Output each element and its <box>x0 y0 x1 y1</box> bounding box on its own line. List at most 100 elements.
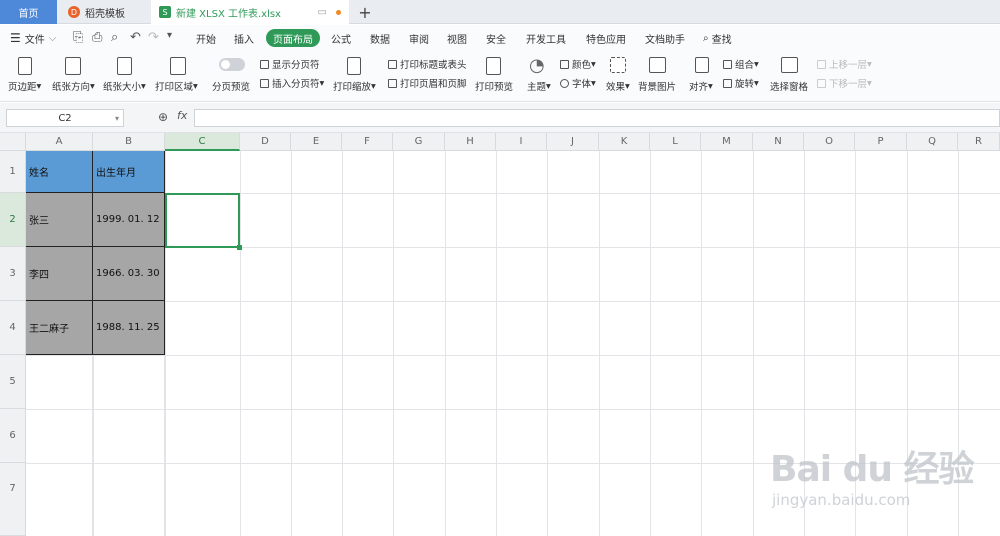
column-divider <box>599 151 600 536</box>
show-page-breaks-checkbox[interactable]: 显示分页符 <box>260 57 320 71</box>
cell-a1[interactable]: 姓名 <box>26 151 93 193</box>
align-icon <box>695 57 709 73</box>
formula-input[interactable] <box>194 109 1000 127</box>
tab-review[interactable]: 审阅 <box>409 29 429 47</box>
column-header-m[interactable]: M <box>701 133 753 151</box>
column-header-b[interactable]: B <box>93 133 165 151</box>
column-divider <box>547 151 548 536</box>
save-icon[interactable]: ⎘ <box>73 30 83 45</box>
column-divider <box>753 151 754 536</box>
cell-b4[interactable]: 1988. 11. 25 <box>93 301 165 355</box>
row-header-3[interactable]: 3 <box>0 247 26 301</box>
column-header-q[interactable]: Q <box>907 133 958 151</box>
column-header-i[interactable]: I <box>496 133 547 151</box>
ribbon: 页边距 ▾ 纸张方向 ▾ 纸张大小 ▾ 打印区域 ▾ 分页预览 显示分页符 插入分页符 ▾… <box>0 51 1000 102</box>
column-header-r[interactable]: R <box>958 133 1000 151</box>
insert-page-break-button[interactable]: 插入分页符 ▾ <box>260 76 324 90</box>
theme-palette-icon: ◔ <box>529 55 545 76</box>
cell-a2[interactable]: 张三 <box>26 193 93 247</box>
print-scale-button[interactable]: 打印缩放 ▾ <box>333 79 376 94</box>
tab-developer[interactable]: 开发工具 <box>526 29 566 47</box>
row-header-6[interactable]: 6 <box>0 409 26 463</box>
row-header-7[interactable]: 7 <box>0 463 26 536</box>
redo-icon[interactable]: ↷ <box>148 30 159 45</box>
column-header-e[interactable]: E <box>291 133 342 151</box>
tab-home[interactable]: 首页 <box>0 0 57 24</box>
print-preview-button[interactable]: 打印预览 <box>475 79 513 93</box>
tab-workbook[interactable]: S 新建 XLSX 工作表.xlsx ▭ <box>151 0 349 24</box>
function-icon[interactable]: fx <box>177 109 187 122</box>
group-icon <box>723 59 732 69</box>
cell-a4[interactable]: 王二麻子 <box>26 301 93 355</box>
name-box[interactable]: C2 ▾ <box>6 109 124 127</box>
print-preview-icon[interactable]: ⌕ <box>111 30 118 45</box>
print-icon[interactable]: ⎙ <box>92 30 102 45</box>
bring-forward-button[interactable]: 上移一层 ▾ <box>817 57 872 71</box>
column-header-g[interactable]: G <box>393 133 445 151</box>
selection-pane-button[interactable]: 选择窗格 <box>770 79 808 93</box>
tab-formulas[interactable]: 公式 <box>331 29 351 47</box>
tab-data[interactable]: 数据 <box>370 29 390 47</box>
menu-bar: ☰ 文件 ⌵ ⎘ ⎙ ⌕ ↶ ↷ ▾ 开始 插入 页面布局 公式 数据 审阅 视图 … <box>0 25 1000 51</box>
print-area-button[interactable]: 打印区域 ▾ <box>155 79 198 94</box>
background-image-button[interactable]: 背景图片 <box>638 79 676 93</box>
page-break-preview-button[interactable]: 分页预览 <box>212 79 250 93</box>
column-header-f[interactable]: F <box>342 133 393 151</box>
effects-button[interactable]: 效果 ▾ <box>606 79 630 94</box>
column-header-o[interactable]: O <box>804 133 855 151</box>
row-divider <box>26 355 1000 356</box>
tab-insert[interactable]: 插入 <box>234 29 254 47</box>
active-cell-c2[interactable] <box>165 193 240 248</box>
file-menu[interactable]: ☰ 文件 ⌵ <box>10 29 56 47</box>
column-header-n[interactable]: N <box>753 133 804 151</box>
theme-button[interactable]: 主题 ▾ <box>527 79 551 94</box>
row-header-2[interactable]: 2 <box>0 193 26 247</box>
send-backward-button[interactable]: 下移一层 ▾ <box>817 76 872 90</box>
select-all-corner[interactable] <box>0 133 26 151</box>
fonts-button[interactable]: 字体 ▾ <box>560 76 596 90</box>
tab-start[interactable]: 开始 <box>196 29 216 47</box>
tab-doc-assistant[interactable]: 文档助手 <box>645 29 685 47</box>
tab-security[interactable]: 安全 <box>486 29 506 47</box>
rotate-button[interactable]: 旋转 ▾ <box>723 76 759 90</box>
group-button[interactable]: 组合 ▾ <box>723 57 759 71</box>
column-header-c[interactable]: C <box>165 133 240 151</box>
align-button[interactable]: 对齐 ▾ <box>689 79 713 94</box>
tab-templates[interactable]: D 稻壳模板 <box>58 0 150 24</box>
paper-size-button[interactable]: 纸张大小 ▾ <box>103 79 146 94</box>
search-box[interactable]: ⌕ 查找 <box>703 29 732 47</box>
column-header-p[interactable]: P <box>855 133 907 151</box>
row-header-1[interactable]: 1 <box>0 151 26 193</box>
new-tab-button[interactable]: + <box>353 0 377 24</box>
formula-bar: C2 ▾ ⊕ fx <box>0 103 1000 133</box>
tab-special[interactable]: 特色应用 <box>586 29 626 47</box>
column-header-d[interactable]: D <box>240 133 291 151</box>
column-header-j[interactable]: J <box>547 133 599 151</box>
cell-b2[interactable]: 1999. 01. 12 <box>93 193 165 247</box>
row-header-4[interactable]: 4 <box>0 301 26 355</box>
margins-button[interactable]: 页边距 ▾ <box>8 79 41 94</box>
paper-size-icon <box>117 57 132 75</box>
column-header-k[interactable]: K <box>599 133 650 151</box>
row-divider <box>26 301 1000 302</box>
tab-page-layout[interactable]: 页面布局 <box>266 29 320 47</box>
orientation-button[interactable]: 纸张方向 ▾ <box>52 79 95 94</box>
cell-a3[interactable]: 李四 <box>26 247 93 301</box>
window-icon[interactable]: ▭ <box>318 7 327 18</box>
undo-icon[interactable]: ↶ <box>130 30 141 45</box>
cell-b3[interactable]: 1966. 03. 30 <box>93 247 165 301</box>
column-header-a[interactable]: A <box>26 133 93 151</box>
tab-view[interactable]: 视图 <box>447 29 467 47</box>
unsaved-dot-icon <box>336 9 341 15</box>
zoom-search-icon[interactable]: ⊕ <box>158 110 168 124</box>
cell-b1[interactable]: 出生年月 <box>93 151 165 193</box>
print-header-footer-button[interactable]: 打印页眉和页脚 <box>388 76 467 90</box>
colors-button[interactable]: 颜色 ▾ <box>560 57 596 71</box>
print-titles-button[interactable]: 打印标题或表头 <box>388 57 467 71</box>
column-header-h[interactable]: H <box>445 133 496 151</box>
row-header-5[interactable]: 5 <box>0 355 26 409</box>
customize-icon[interactable]: ▾ <box>167 30 172 41</box>
fill-handle[interactable] <box>237 245 242 250</box>
column-header-l[interactable]: L <box>650 133 701 151</box>
selection-pane-icon <box>781 57 798 73</box>
